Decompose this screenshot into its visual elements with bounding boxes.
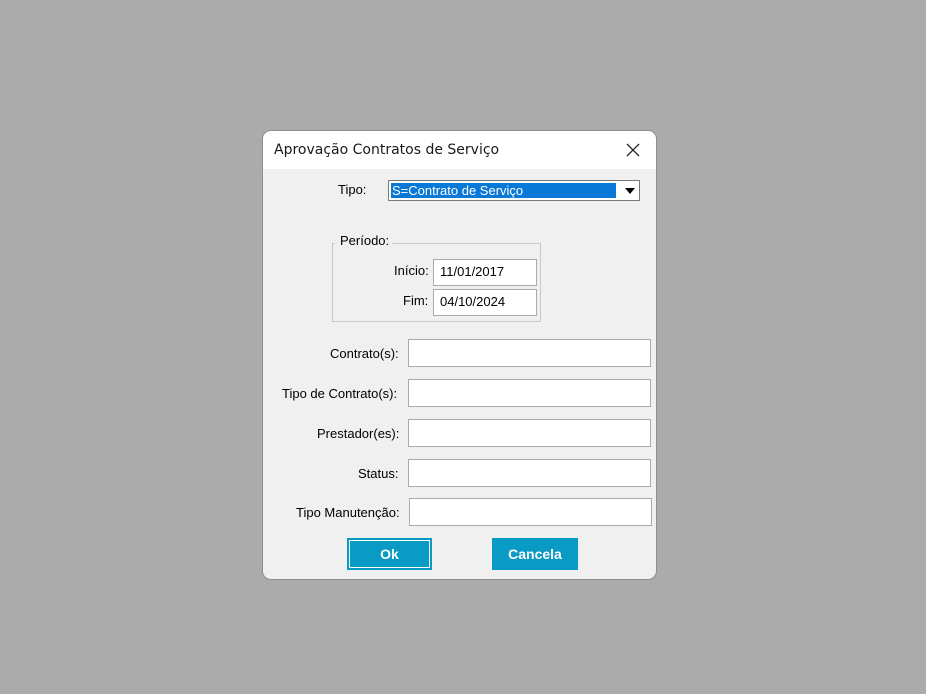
status-label: Status:: [358, 466, 399, 481]
tipo-dropdown-arrow[interactable]: [621, 181, 639, 200]
ok-button[interactable]: Ok: [347, 538, 432, 570]
tipo-manutencao-label: Tipo Manutenção:: [296, 505, 400, 520]
tipo-manutencao-field[interactable]: [409, 498, 652, 526]
title-bar: Aprovação Contratos de Serviço: [263, 131, 656, 169]
dialog-title: Aprovação Contratos de Serviço: [274, 142, 500, 158]
fim-date-field[interactable]: 04/10/2024: [433, 289, 537, 316]
tipo-select[interactable]: S=Contrato de Serviço: [388, 180, 640, 201]
cancel-button[interactable]: Cancela: [492, 538, 578, 570]
status-field[interactable]: [408, 459, 651, 487]
tipo-label: Tipo:: [338, 182, 367, 197]
approval-dialog: Aprovação Contratos de Serviço Tipo: S=C…: [263, 131, 656, 579]
prestador-field[interactable]: [408, 419, 651, 447]
close-icon: [626, 143, 640, 157]
fim-label: Fim:: [403, 293, 429, 308]
chevron-down-icon: [625, 187, 635, 194]
inicio-label: Início:: [394, 263, 429, 278]
prestador-label: Prestador(es):: [317, 426, 400, 441]
periodo-title: Período:: [335, 233, 393, 248]
tipo-contrato-label: Tipo de Contrato(s):: [282, 386, 398, 401]
contratos-label: Contrato(s):: [330, 346, 399, 361]
tipo-selected-value: S=Contrato de Serviço: [391, 183, 616, 198]
tipo-contrato-field[interactable]: [408, 379, 651, 407]
contratos-field[interactable]: [408, 339, 651, 367]
inicio-date-field[interactable]: 11/01/2017: [433, 259, 537, 286]
close-button[interactable]: [618, 137, 648, 163]
